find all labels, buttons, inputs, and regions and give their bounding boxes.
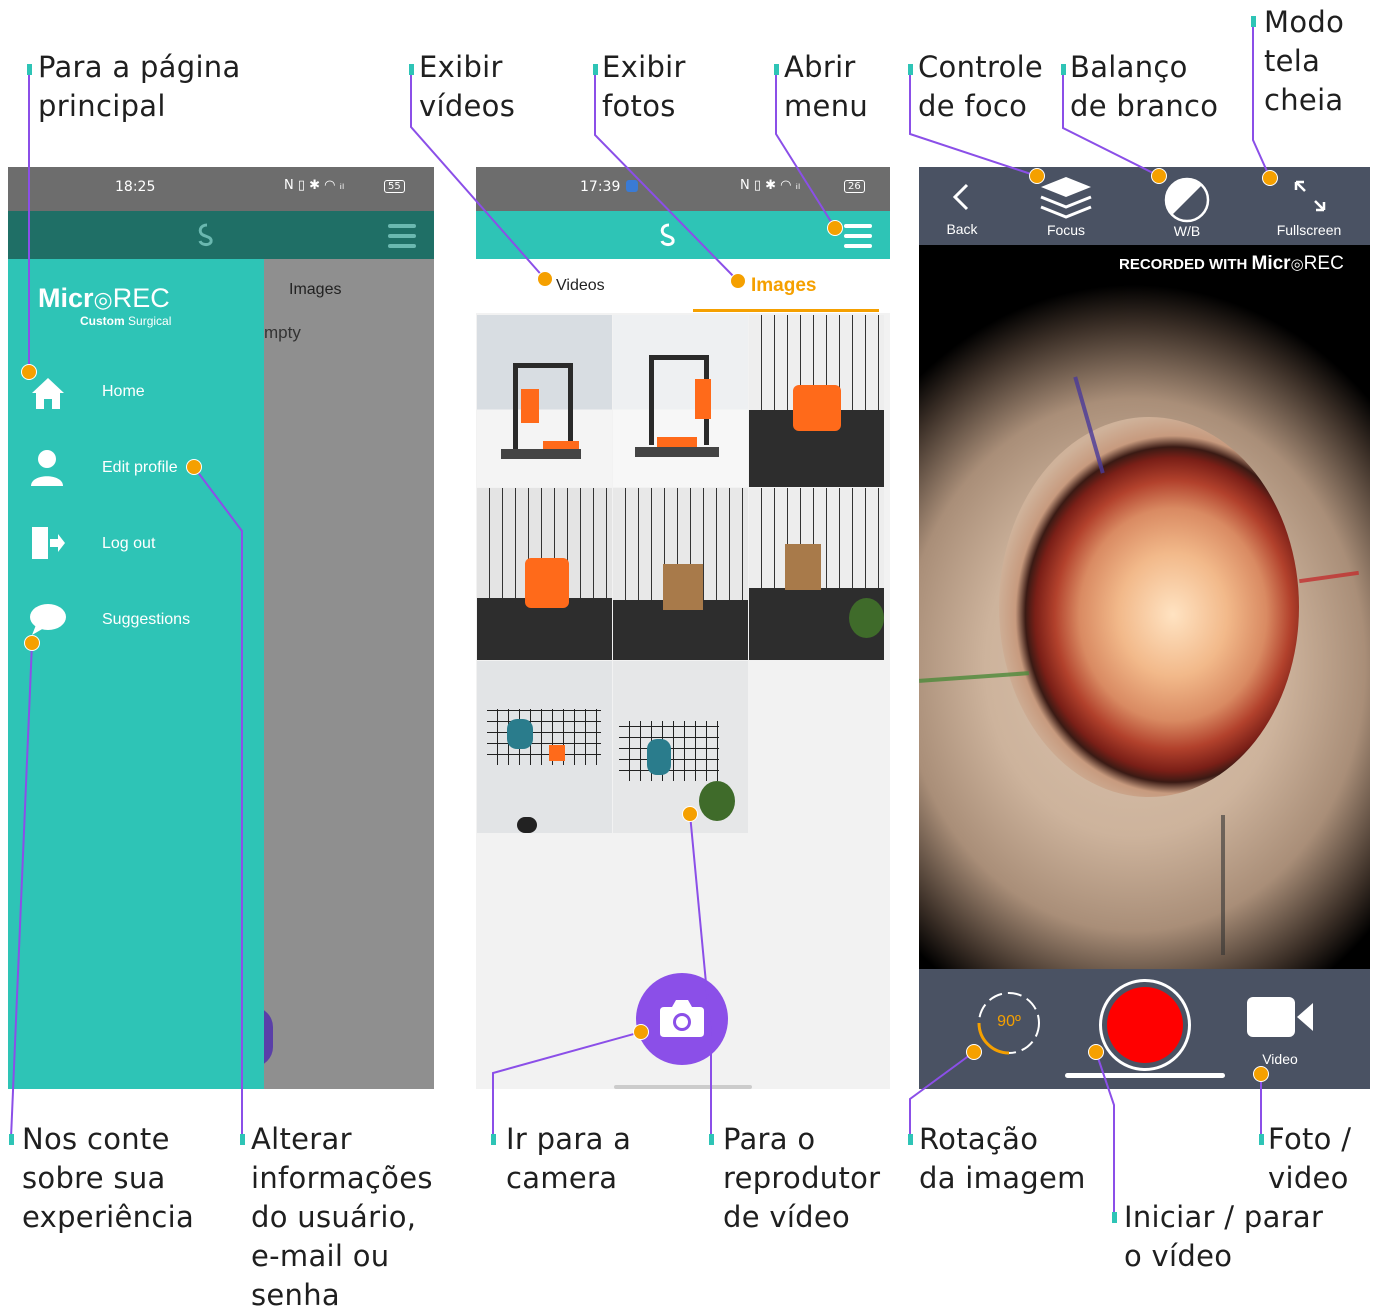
callout-line: senha	[251, 1278, 340, 1312]
callout-videos: Exibir vídeos	[419, 48, 515, 126]
callout-white-balance: Balanço de branco	[1070, 48, 1218, 126]
marker-dot	[24, 635, 40, 651]
marker-dot	[537, 271, 553, 287]
callout-tick	[27, 64, 32, 75]
callout-line: Foto /	[1268, 1122, 1352, 1156]
callout-line: video	[1268, 1161, 1349, 1195]
callout-camera: Ir para a camera	[506, 1120, 631, 1198]
marker-dot	[633, 1024, 649, 1040]
callout-tick	[1112, 1212, 1117, 1223]
marker-dot	[21, 364, 37, 380]
callout-photos: Exibir fotos	[602, 48, 686, 126]
callout-line: informações	[251, 1161, 433, 1195]
marker-dot	[1088, 1044, 1104, 1060]
callout-tick	[593, 64, 598, 75]
callout-line: principal	[38, 89, 166, 123]
callout-tick	[1259, 1134, 1264, 1145]
callout-edit-profile: Alterar informações do usuário, e-mail o…	[251, 1120, 433, 1315]
callout-rotation: Rotação da imagem	[919, 1120, 1086, 1198]
callout-tick	[709, 1134, 714, 1145]
callout-line: da imagem	[919, 1161, 1086, 1195]
callout-fullscreen: Modo tela cheia	[1264, 3, 1344, 120]
callout-player: Para o reprodutor de vídeo	[723, 1120, 880, 1237]
callout-line: e-mail ou	[251, 1239, 390, 1273]
callout-line: reprodutor	[723, 1161, 881, 1195]
callout-leader-lines	[10, 22, 1271, 1215]
callout-suggestions: Nos conte sobre sua experiência	[22, 1120, 194, 1237]
callout-line: Para a página	[38, 50, 241, 84]
callout-line: fotos	[602, 89, 676, 123]
callout-line: Balanço	[1070, 50, 1188, 84]
callout-line: menu	[784, 89, 869, 123]
callout-tick	[908, 1134, 913, 1145]
callout-tick	[9, 1134, 14, 1145]
callout-line: experiência	[22, 1200, 195, 1234]
marker-dot	[682, 806, 698, 822]
callout-line: Iniciar / parar	[1124, 1200, 1324, 1234]
marker-dot	[1029, 168, 1045, 184]
marker-dot	[730, 273, 746, 289]
callout-line: cheia	[1264, 83, 1344, 117]
marker-dot	[827, 220, 843, 236]
callout-line: do usuário,	[251, 1200, 417, 1234]
callout-line: Nos conte	[22, 1122, 170, 1156]
marker-dot	[1262, 170, 1278, 186]
marker-dot	[1151, 168, 1167, 184]
callout-line: Ir para a	[506, 1122, 632, 1156]
callout-line: Controle	[918, 50, 1044, 84]
callout-photo-video: Foto / video	[1268, 1120, 1351, 1198]
callout-line: Exibir	[602, 50, 686, 84]
callout-line: Modo	[1264, 5, 1345, 39]
callout-tick	[1251, 16, 1256, 27]
callout-line: sobre sua	[22, 1161, 166, 1195]
callout-tick	[409, 64, 414, 75]
callout-home: Para a página principal	[38, 48, 241, 126]
callout-focus: Controle de foco	[918, 48, 1043, 126]
callout-tick	[1061, 64, 1066, 75]
callout-tick	[774, 64, 779, 75]
marker-dot	[966, 1044, 982, 1060]
callout-record: Iniciar / parar o vídeo	[1124, 1198, 1323, 1276]
callout-line: de branco	[1070, 89, 1219, 123]
callout-line: Alterar	[251, 1122, 352, 1156]
callout-line: camera	[506, 1161, 618, 1195]
callout-line: vídeos	[419, 89, 516, 123]
callout-line: de vídeo	[723, 1200, 851, 1234]
callout-line: Para o	[723, 1122, 816, 1156]
callout-tick	[491, 1134, 496, 1145]
callout-line: Exibir	[419, 50, 503, 84]
callout-menu: Abrir menu	[784, 48, 868, 126]
marker-dot	[186, 459, 202, 475]
marker-dot	[1253, 1066, 1269, 1082]
callout-line: tela	[1264, 44, 1321, 78]
callout-tick	[908, 64, 913, 75]
callout-tick	[240, 1134, 245, 1145]
callout-line: o vídeo	[1124, 1239, 1233, 1273]
callout-line: Abrir	[784, 50, 856, 84]
callout-line: de foco	[918, 89, 1028, 123]
callout-line: Rotação	[919, 1122, 1039, 1156]
